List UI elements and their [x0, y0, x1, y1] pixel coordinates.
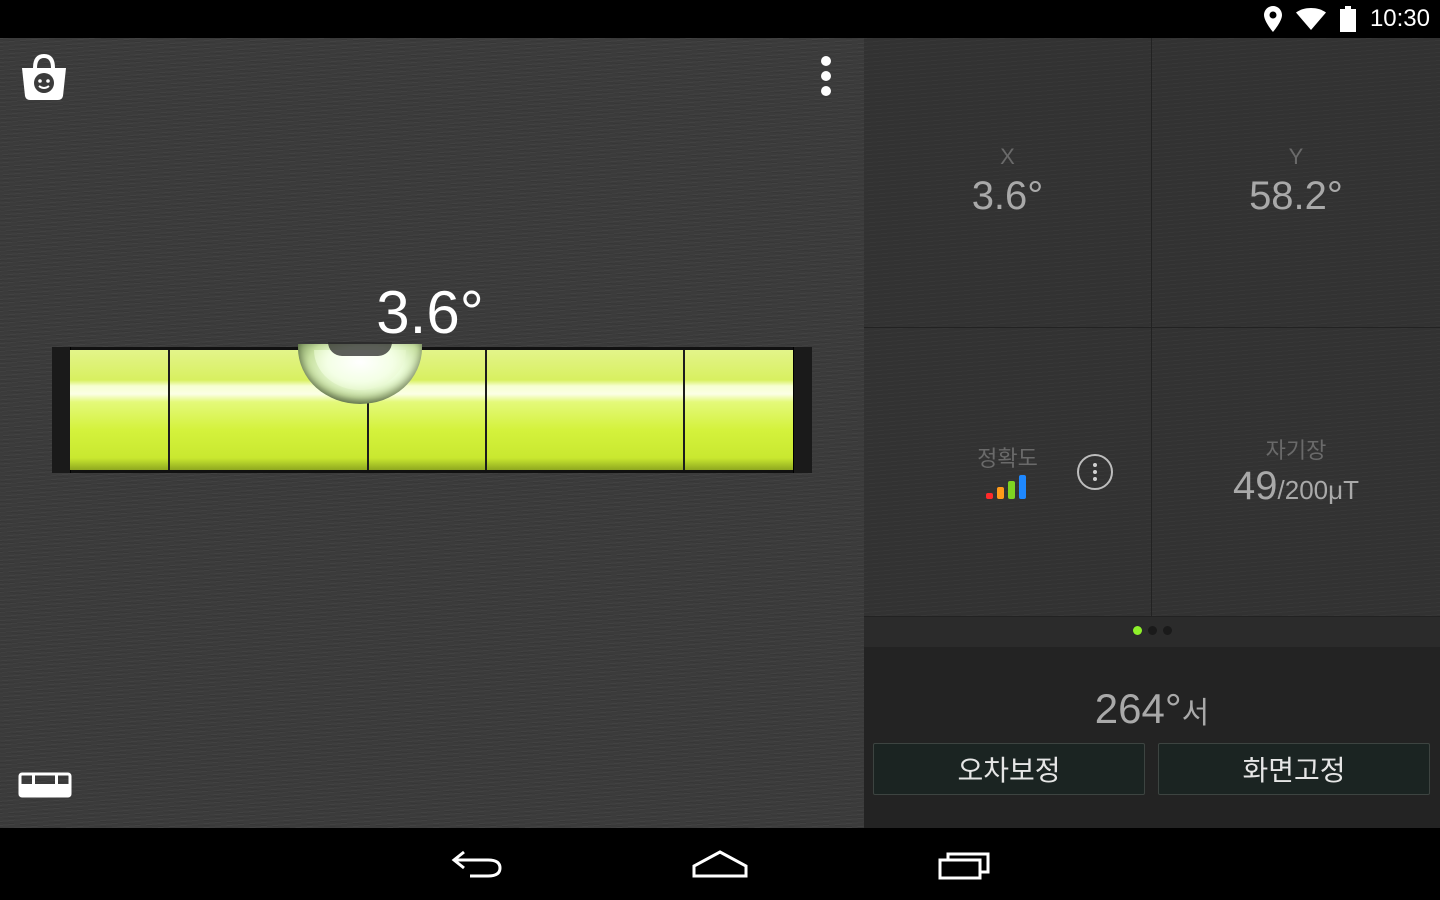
readings-grid: X 3.6° Y 58.2° 정확도 자기장 49/200μT — [864, 38, 1440, 617]
wifi-icon — [1295, 8, 1326, 30]
ruler-icon — [18, 772, 72, 798]
heading-direction: 서 — [1181, 697, 1210, 730]
tube-end-cap-left — [52, 347, 71, 473]
level-angle-readout: 3.6° — [376, 279, 484, 346]
tube-marker-line — [485, 350, 487, 470]
shopping-bag-icon — [22, 53, 66, 100]
ruler-mode-button[interactable] — [18, 772, 72, 798]
bubble-level-tube — [52, 342, 812, 473]
tube-marker-line — [168, 350, 170, 470]
status-time: 10:30 — [1369, 5, 1430, 32]
compass-heading: 264°서 — [864, 685, 1440, 733]
tube-end-cap-right — [793, 347, 812, 473]
accuracy-bar — [986, 493, 993, 499]
magnetic-field-value: 49 — [1233, 464, 1278, 508]
more-options-button[interactable] — [812, 54, 840, 98]
back-button[interactable] — [450, 846, 504, 886]
lock-screen-button[interactable]: 화면고정 — [1158, 743, 1430, 795]
accuracy-bar — [1008, 481, 1015, 499]
magnetic-field-label: 자기장 — [1265, 438, 1327, 463]
info-icon — [1093, 463, 1097, 467]
recents-button[interactable] — [936, 846, 994, 886]
page-indicator — [864, 626, 1440, 635]
more-vert-icon — [821, 56, 831, 66]
compass-panel: 264°서 오차보정 화면고정 — [864, 647, 1440, 828]
location-icon — [1263, 6, 1282, 32]
heading-degrees: 264° — [1094, 685, 1182, 732]
y-axis-label: Y — [1288, 144, 1304, 169]
accuracy-signal-icon — [986, 475, 1026, 499]
back-icon — [451, 850, 502, 878]
status-bar: 10:30 — [0, 0, 1440, 38]
level-liquid — [70, 342, 794, 470]
x-axis-label: X — [1000, 144, 1015, 169]
x-axis-value: 3.6° — [971, 174, 1044, 218]
accuracy-bar — [997, 487, 1004, 499]
page-dot[interactable] — [1147, 626, 1157, 635]
accuracy-bar — [1019, 475, 1026, 499]
readings-pane: X 3.6° Y 58.2° 정확도 자기장 49/200μT 264°서 오차… — [864, 38, 1440, 828]
home-icon — [692, 850, 748, 878]
home-button[interactable] — [691, 846, 749, 886]
status-icons: 10:30 — [1263, 0, 1430, 38]
shop-button[interactable] — [18, 52, 70, 102]
level-bubble — [298, 342, 422, 404]
accuracy-info-button[interactable] — [1077, 454, 1113, 490]
recents-icon — [938, 852, 990, 880]
tube-marker-line — [683, 350, 685, 470]
navigation-bar — [0, 828, 1440, 900]
page-dot[interactable] — [1132, 626, 1142, 635]
y-axis-value: 58.2° — [1249, 174, 1343, 218]
page-dot[interactable] — [1162, 626, 1172, 635]
battery-icon — [1339, 6, 1356, 32]
calibrate-button[interactable]: 오차보정 — [873, 743, 1145, 795]
level-pane: 3.6° — [0, 38, 864, 828]
magnetic-field-unit: /200μT — [1277, 475, 1359, 505]
magnetic-field-readout: 49/200μT — [1152, 464, 1440, 509]
